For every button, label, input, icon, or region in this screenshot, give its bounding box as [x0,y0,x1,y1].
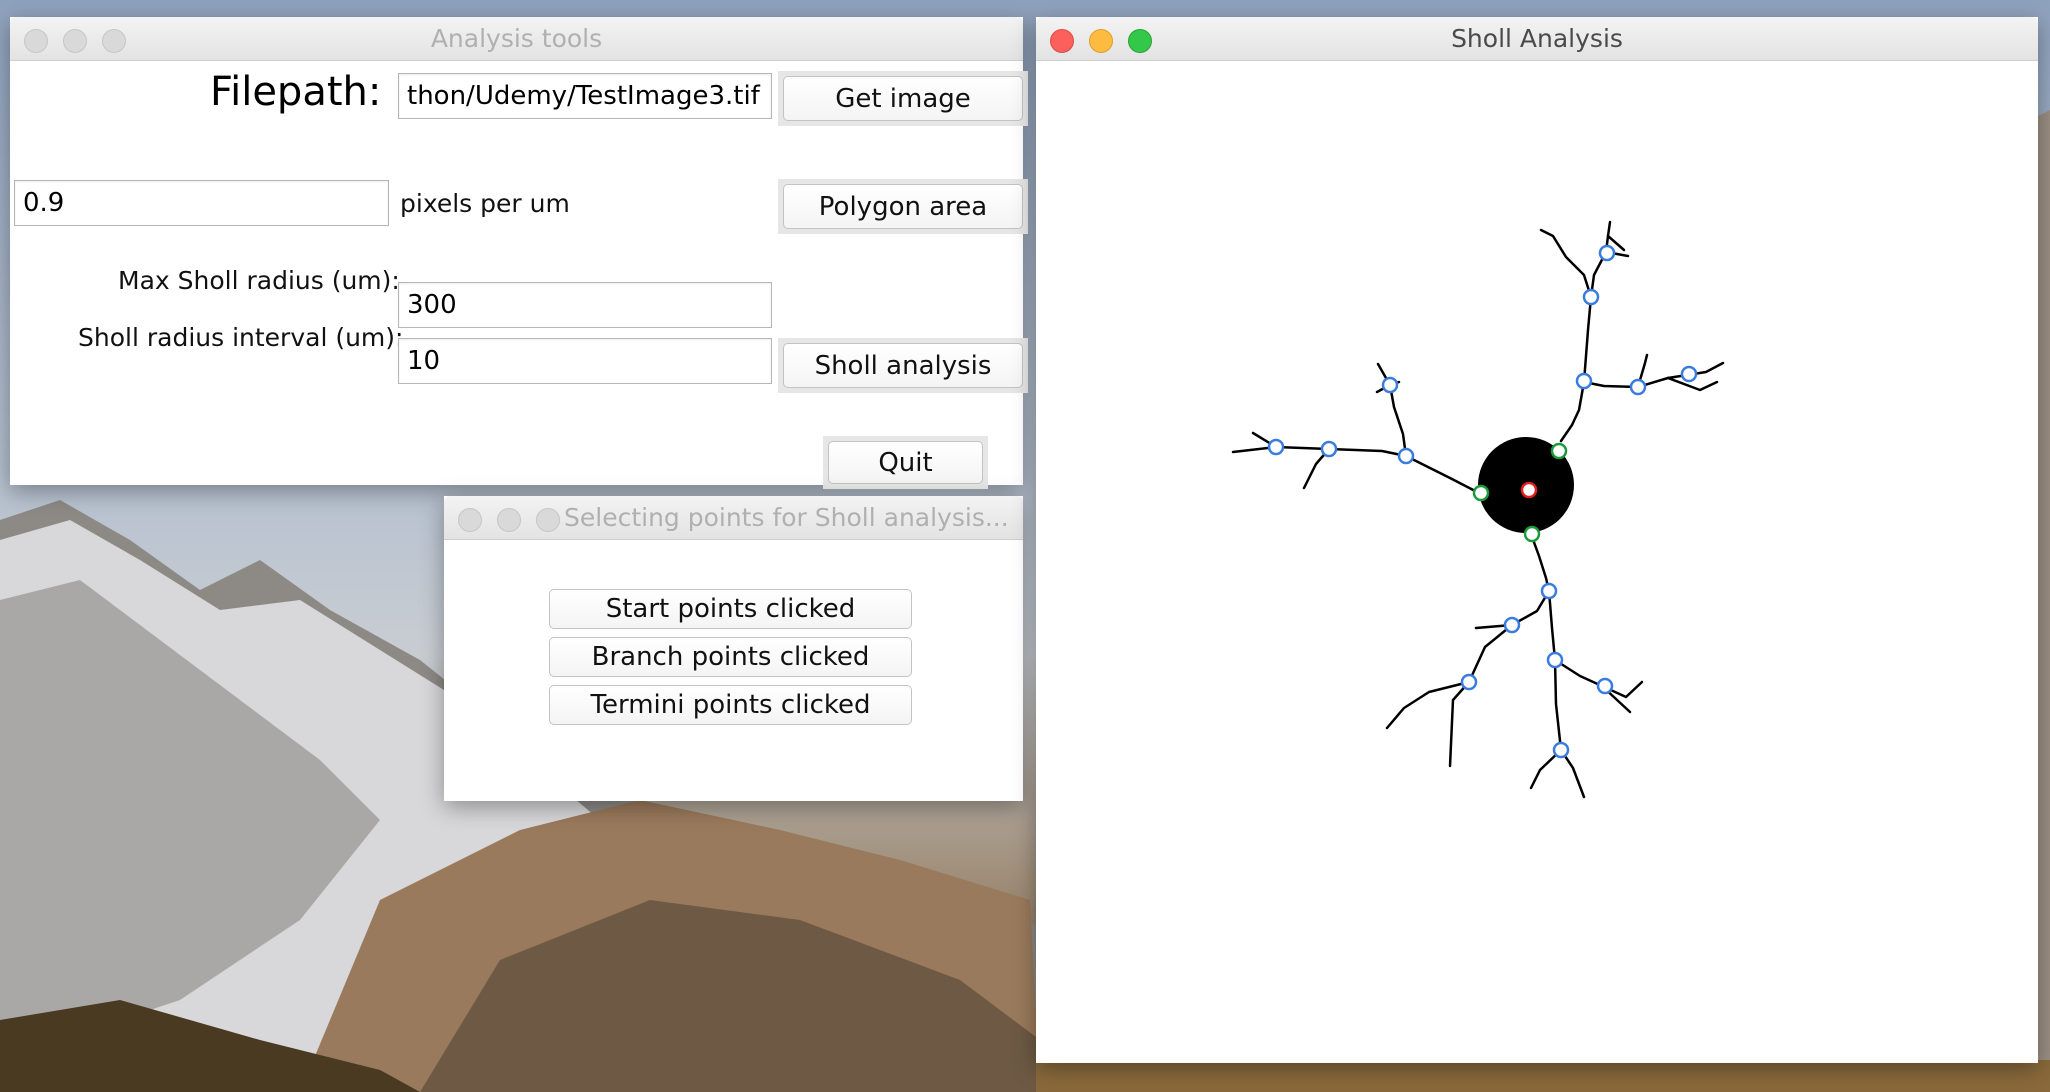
scale-field[interactable]: 0.9 [14,180,389,226]
branch-point-marker [1596,677,1614,695]
start-points-button[interactable]: Start points clicked [549,589,912,629]
radius-interval-label: Sholl radius interval (um): [78,323,404,352]
branch-point-marker [1582,288,1600,306]
filepath-field[interactable]: thon/Udemy/TestImage3.tif [398,73,772,119]
max-radius-field[interactable]: 300 [398,282,772,328]
window-title: Sholl Analysis [1451,24,1623,53]
branch-point-marker [1267,438,1285,456]
analysis-tools-content: Filepath: thon/Udemy/TestImage3.tif Get … [10,61,1028,489]
quit-button-frame: Quit [823,436,988,489]
sholl-analysis-window: Sholl Analysis [1036,17,2038,1063]
get-image-button[interactable]: Get image [783,76,1023,121]
branch-point-marker [1503,616,1521,634]
window-title: Analysis tools [430,24,603,53]
selecting-points-titlebar[interactable]: Selecting points for Sholl analysis... [444,496,1023,540]
polygon-area-button[interactable]: Polygon area [783,184,1023,229]
window-title: Selecting points for Sholl analysis... [564,503,1009,532]
analysis-tools-window: Analysis tools Filepath: thon/Udemy/Test… [10,17,1028,489]
branch-point-marker [1540,582,1558,600]
quit-button[interactable]: Quit [828,441,983,484]
filepath-label: Filepath: [210,69,382,115]
sholl-analysis-titlebar[interactable]: Sholl Analysis [1036,17,2038,61]
close-button[interactable] [458,508,482,532]
branch-point-marker [1680,365,1698,383]
window-controls [458,508,560,532]
branch-point-marker [1320,440,1338,458]
scale-unit-label: pixels per um [400,189,570,218]
selecting-points-content: Start points clicked Branch points click… [444,540,1023,801]
branch-point-marker [1381,376,1399,394]
start-point-marker [1523,525,1541,543]
neuron-drawing[interactable] [1036,61,2038,1063]
zoom-button[interactable] [536,508,560,532]
branch-point-marker [1460,673,1478,691]
soma-center-marker [1520,481,1538,499]
get-image-button-frame: Get image [778,71,1028,126]
sholl-analysis-button[interactable]: Sholl analysis [783,343,1023,388]
branch-point-marker [1629,378,1647,396]
start-point-marker [1550,442,1568,460]
selecting-points-window: Selecting points for Sholl analysis... S… [444,496,1023,801]
dendrite-branches [1231,220,1725,799]
analysis-tools-titlebar[interactable]: Analysis tools [10,17,1023,61]
sholl-analysis-button-frame: Sholl analysis [778,338,1028,393]
branch-points-button[interactable]: Branch points clicked [549,637,912,677]
minimize-button[interactable] [497,508,521,532]
max-radius-label: Max Sholl radius (um): [118,266,400,295]
neuron-canvas[interactable] [1036,61,2038,1063]
branch-point-marker [1598,244,1616,262]
branch-point-marker [1546,651,1564,669]
radius-interval-field[interactable]: 10 [398,338,772,384]
termini-points-button[interactable]: Termini points clicked [549,685,912,725]
start-point-marker [1472,484,1490,502]
branch-point-marker [1552,741,1570,759]
branch-point-marker [1575,372,1593,390]
branch-point-marker [1397,447,1415,465]
polygon-area-button-frame: Polygon area [778,179,1028,234]
